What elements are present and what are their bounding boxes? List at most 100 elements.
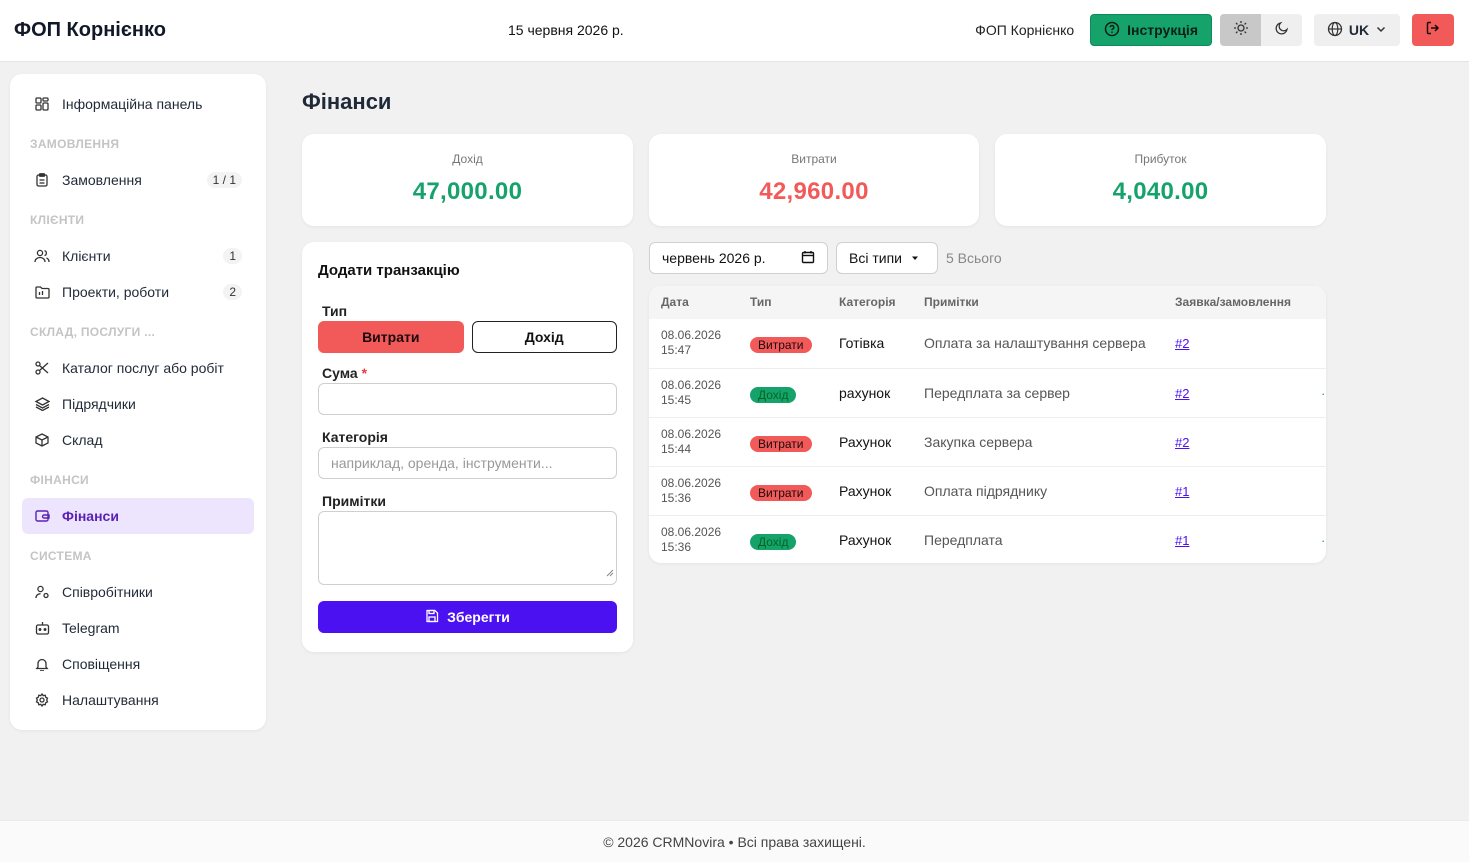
row-category: Рахунок [839, 483, 892, 499]
brand-title[interactable]: ФОП Корнієнко [14, 19, 454, 42]
row-date-time: 15:45 [661, 393, 692, 407]
header-actions: ФОП Корнієнко Інструкція UK [975, 14, 1454, 46]
sidebar-item-warehouse[interactable]: Склад [22, 422, 254, 458]
sidebar-item-orders[interactable]: Замовлення 1 / 1 [22, 162, 254, 198]
folder-icon [34, 284, 50, 300]
table-row[interactable]: 08.06.2026 15:47 Витрати Готівка Оплата за н… [649, 319, 1326, 368]
type-badge: Витрати [750, 485, 812, 501]
income-type-button[interactable]: Дохід [471, 321, 617, 353]
row-date: 08.06.2026 15:44 [661, 427, 721, 457]
logout-icon [1425, 20, 1441, 41]
row-note: Оплата за налаштування сервера [924, 335, 1146, 351]
row-date-day: 08.06.2026 [661, 378, 722, 392]
save-label: Зберегти [447, 609, 510, 625]
row-note: Закупка сервера [924, 434, 1033, 450]
instruction-button[interactable]: Інструкція [1090, 14, 1212, 46]
row-date-day: 08.06.2026 [661, 427, 722, 441]
caret-down-icon [910, 250, 920, 266]
type-filter[interactable]: Всі типи [836, 242, 938, 274]
theme-toggle [1220, 14, 1302, 46]
sidebar-item-dashboard[interactable]: Інформаційна панель [22, 86, 254, 122]
sidebar-item-notifications[interactable]: Сповіщення [22, 646, 254, 682]
category-field[interactable]: наприклад, оренда, інструменти... [318, 447, 617, 479]
sidebar-item-telegram[interactable]: Telegram [22, 610, 254, 646]
section-finance: ФІНАНСИ [30, 473, 89, 487]
sidebar-item-catalog[interactable]: Каталог послуг або робіт [22, 350, 254, 386]
projects-count-badge: 2 [223, 284, 242, 300]
expense-type-button[interactable]: Витрати [318, 321, 464, 353]
row-category: Рахунок [839, 532, 892, 548]
row-date-day: 08.06.2026 [661, 328, 722, 342]
sidebar-item-settings[interactable]: Налаштування [22, 682, 254, 718]
layers-icon [34, 396, 50, 412]
type-badge: Дохід [750, 387, 797, 403]
profit-card: Прибуток 4,040.00 [995, 134, 1326, 226]
row-date-day: 08.06.2026 [661, 476, 722, 490]
orders-count-badge: 1 / 1 [206, 172, 242, 188]
row-trailing-mark: · [1321, 386, 1326, 401]
section-warehouse: СКЛАД, ПОСЛУГИ ... [30, 325, 156, 339]
amount-label-text: Сума [322, 365, 358, 381]
resize-handle-icon[interactable] [606, 564, 614, 582]
row-date-time: 15:36 [661, 540, 692, 554]
section-clients: КЛІЄНТИ [30, 213, 85, 227]
calendar-icon[interactable] [801, 250, 815, 267]
row-date-time: 15:36 [661, 491, 692, 505]
light-theme-button[interactable] [1220, 14, 1261, 46]
sun-icon [1233, 20, 1249, 41]
footer: © 2026 CRMNovira • Всі права захищені. [0, 820, 1469, 862]
amount-label: Сума * [318, 365, 617, 381]
user-cog-icon [34, 584, 50, 600]
sidebar-item-clients[interactable]: Клієнти 1 [22, 238, 254, 274]
profit-label: Прибуток [1134, 152, 1187, 166]
top-header: ФОП Корнієнко 15 червня 2026 р. ФОП Корн… [0, 0, 1469, 62]
table-row[interactable]: 08.06.2026 15:44 Витрати Рахунок Закупка сер… [649, 417, 1326, 466]
row-note: Оплата підряднику [924, 483, 1048, 499]
sidebar-item-label: Клієнти [62, 248, 111, 264]
save-button[interactable]: Зберегти [318, 601, 617, 633]
add-transaction-form: Додати транзакцію Тип Витрати Дохід Сума… [302, 242, 633, 652]
row-order-link[interactable]: #2 [1175, 336, 1189, 351]
sidebar-item-label: Замовлення [62, 172, 142, 188]
row-order-link[interactable]: #1 [1175, 484, 1189, 499]
row-type: Витрати [750, 336, 812, 353]
sidebar-item-contractors[interactable]: Підрядчики [22, 386, 254, 422]
transactions-table: Дата Тип Категорія Примітки Заявка/замов… [649, 286, 1326, 563]
row-category: Рахунок [839, 434, 892, 450]
language-select[interactable]: UK [1314, 14, 1400, 46]
sidebar-item-employees[interactable]: Співробітники [22, 574, 254, 610]
instruction-label: Інструкція [1127, 22, 1198, 38]
month-filter[interactable]: червень 2026 р. [649, 242, 828, 274]
logout-button[interactable] [1412, 14, 1454, 46]
row-type: Витрати [750, 484, 812, 501]
amount-field[interactable] [318, 383, 617, 415]
row-category: Готівка [839, 335, 885, 351]
type-badge: Витрати [750, 436, 812, 452]
row-order-link[interactable]: #2 [1175, 435, 1189, 450]
sidebar-item-projects[interactable]: Проекти, роботи 2 [22, 274, 254, 310]
clients-count-badge: 1 [223, 248, 242, 264]
dashboard-icon [34, 96, 50, 112]
table-row[interactable]: 08.06.2026 15:45 Дохід рахунок Передплата за… [649, 368, 1326, 417]
dark-theme-button[interactable] [1261, 14, 1302, 46]
row-date-time: 15:44 [661, 442, 692, 456]
type-filter-value: Всі типи [849, 250, 902, 266]
wallet-icon [34, 508, 50, 524]
row-order-link[interactable]: #2 [1175, 386, 1189, 401]
total-count: 5 Всього [946, 250, 1002, 266]
category-label: Категорія [322, 429, 388, 445]
month-value: червень 2026 р. [662, 250, 766, 266]
table-row[interactable]: 08.06.2026 15:36 Витрати Рахунок Оплата підр… [649, 466, 1326, 515]
row-order-link[interactable]: #1 [1175, 533, 1189, 548]
bell-icon [34, 656, 50, 672]
row-trailing-mark: · [1321, 533, 1326, 548]
notes-field[interactable] [318, 511, 617, 585]
moon-icon [1274, 20, 1290, 41]
row-date: 08.06.2026 15:36 [661, 525, 721, 555]
sidebar-item-finance[interactable]: Фінанси [22, 498, 254, 534]
income-label: Дохід [452, 152, 483, 166]
box-icon [34, 432, 50, 448]
type-toggle: Витрати Дохід [318, 321, 617, 353]
sidebar-item-label: Інформаційна панель [62, 96, 203, 112]
table-row[interactable]: 08.06.2026 15:36 Дохід Рахунок Передплата #1 · [649, 515, 1326, 563]
